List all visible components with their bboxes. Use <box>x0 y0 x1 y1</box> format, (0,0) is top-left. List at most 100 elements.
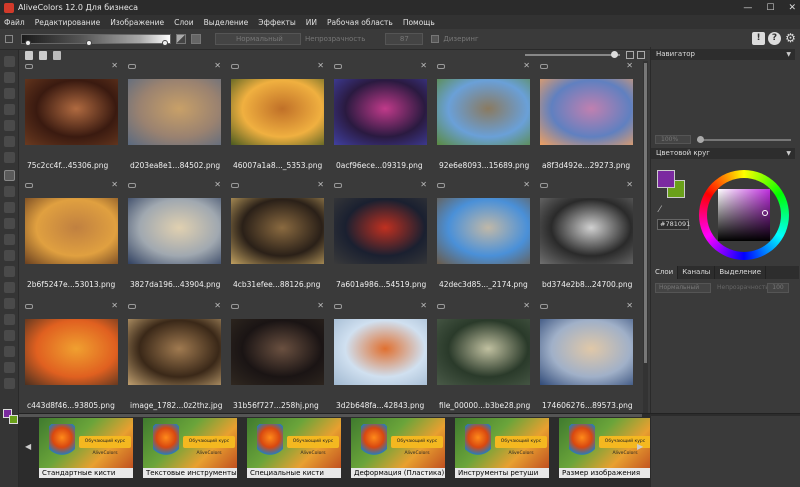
layers-opacity-input[interactable]: 100 <box>767 283 789 293</box>
thumbnail-image[interactable] <box>334 79 427 145</box>
tab-selection[interactable]: Выделение <box>715 266 767 279</box>
thumbnail-cell[interactable]: ✕ 7a601a986...54519.png <box>328 180 431 299</box>
thumbnail-cell[interactable]: ✕ 3827da196...43904.png <box>122 180 225 299</box>
shape-tool-icon[interactable] <box>4 298 15 309</box>
thumbnail-image[interactable] <box>437 319 530 385</box>
lasso-tool-icon[interactable] <box>4 104 15 115</box>
thumbnail-image[interactable] <box>334 319 427 385</box>
pointer-tool-icon[interactable] <box>4 72 15 83</box>
tag-icon[interactable] <box>334 64 342 69</box>
close-icon[interactable]: ✕ <box>214 61 221 70</box>
dodge-tool-icon[interactable] <box>4 234 15 245</box>
thumbnail-cell[interactable]: ✕ 92e6e8093...15689.png <box>431 61 534 180</box>
move-tool-icon[interactable] <box>4 56 15 67</box>
close-icon[interactable]: ✕ <box>317 61 324 70</box>
thumbnail-image[interactable] <box>231 319 324 385</box>
menu-edit[interactable]: Редактирование <box>35 18 100 27</box>
tutorial-card[interactable]: Обучающий курс AliveColors Текстовые инст… <box>141 418 239 478</box>
browser-scrollbar[interactable] <box>643 61 648 413</box>
smudge-tool-icon[interactable] <box>4 202 15 213</box>
scroll-right-icon[interactable]: ▶ <box>637 442 643 451</box>
close-icon[interactable]: ✕ <box>626 180 633 189</box>
close-icon[interactable]: ✕ <box>788 3 796 13</box>
warp-tool-icon[interactable] <box>4 346 15 357</box>
tutorial-card[interactable]: Обучающий курс AliveColors Стандартные ки… <box>37 418 135 478</box>
thumbnail-image[interactable] <box>231 198 324 264</box>
gradient-preview[interactable] <box>21 34 171 46</box>
gradient-type-icon[interactable] <box>176 34 186 44</box>
gradient-mode-icon[interactable] <box>191 34 201 44</box>
close-icon[interactable]: ✕ <box>317 180 324 189</box>
ruler-tool-icon[interactable] <box>4 330 15 341</box>
chevron-down-icon[interactable]: ▼ <box>786 148 791 159</box>
thumbnail-cell[interactable]: ✕ 31b56f727...258hj.png <box>225 301 328 420</box>
close-icon[interactable]: ✕ <box>626 301 633 310</box>
tab-channels[interactable]: Каналы <box>678 266 716 279</box>
hex-color-input[interactable]: #781091 <box>657 219 690 230</box>
close-icon[interactable]: ✕ <box>523 301 530 310</box>
thumbnail-image[interactable] <box>540 198 633 264</box>
eraser-tool-icon[interactable] <box>4 136 15 147</box>
close-icon[interactable]: ✕ <box>523 61 530 70</box>
thumbnail-cell[interactable]: ✕ c443d8f46...93805.png <box>19 301 122 420</box>
gradient-tool-icon[interactable] <box>4 170 15 181</box>
blur-tool-icon[interactable] <box>4 218 15 229</box>
close-icon[interactable]: ✕ <box>317 301 324 310</box>
list-view-icon[interactable] <box>637 51 645 59</box>
dither-checkbox[interactable] <box>431 35 440 43</box>
close-icon[interactable]: ✕ <box>111 61 118 70</box>
slider-knob[interactable] <box>697 136 704 143</box>
thumbnail-cell[interactable]: ✕ image_1782...0z2thz.jpg <box>122 301 225 420</box>
tag-icon[interactable] <box>128 64 136 69</box>
thumbnail-cell[interactable]: ✕ 174606276...89573.png <box>534 301 637 420</box>
thumbnail-image[interactable] <box>128 198 221 264</box>
thumbnail-image[interactable] <box>128 319 221 385</box>
alert-icon[interactable]: ! <box>752 32 765 45</box>
gradient-stop-left[interactable] <box>25 40 31 46</box>
tab-layers[interactable]: Слои <box>651 266 679 279</box>
chevron-down-icon[interactable]: ▼ <box>786 49 791 60</box>
slider-knob[interactable] <box>611 51 618 58</box>
tag-icon[interactable] <box>437 304 445 309</box>
tag-icon[interactable] <box>231 304 239 309</box>
layers-blend-dropdown[interactable]: Нормальный <box>655 283 711 293</box>
thumbnail-cell[interactable]: ✕ 46007a1a8..._5353.png <box>225 61 328 180</box>
close-icon[interactable]: ✕ <box>626 61 633 70</box>
close-icon[interactable]: ✕ <box>214 301 221 310</box>
thumbnail-image[interactable] <box>25 79 118 145</box>
crop-tool-icon[interactable] <box>4 88 15 99</box>
tag-icon[interactable] <box>128 304 136 309</box>
tag-icon[interactable] <box>540 64 548 69</box>
close-icon[interactable]: ✕ <box>111 301 118 310</box>
thumbnail-cell[interactable]: ✕ bd374e2b8...24700.png <box>534 180 637 299</box>
scroll-left-icon[interactable]: ◀ <box>25 442 31 451</box>
tag-icon[interactable] <box>334 183 342 188</box>
thumbnail-cell[interactable]: ✕ 4cb31efee...88126.png <box>225 180 328 299</box>
navigator-header[interactable]: Навигатор ▼ <box>651 49 795 60</box>
tag-icon[interactable] <box>231 64 239 69</box>
thumbnail-cell[interactable]: ✕ 0acf96ece...09319.png <box>328 61 431 180</box>
hand-tool-icon[interactable] <box>4 362 15 373</box>
thumbnail-image[interactable] <box>128 79 221 145</box>
minimize-icon[interactable]: — <box>743 3 752 13</box>
thumbnail-cell[interactable]: ✕ 42dec3d85..._2174.png <box>431 180 534 299</box>
new-document-icon[interactable] <box>25 51 33 60</box>
help-icon[interactable]: ? <box>768 32 781 45</box>
tag-icon[interactable] <box>437 64 445 69</box>
tag-icon[interactable] <box>437 183 445 188</box>
gradient-stop-right[interactable] <box>162 40 168 46</box>
thumbnail-image[interactable] <box>540 79 633 145</box>
thumbnail-image[interactable] <box>437 198 530 264</box>
menu-image[interactable]: Изображение <box>110 18 164 27</box>
scrollbar-thumb[interactable] <box>644 63 647 363</box>
color-wheel-header[interactable]: Цветовой круг ▼ <box>651 148 795 159</box>
background-color-swatch[interactable] <box>9 415 18 424</box>
thumbnail-image[interactable] <box>231 79 324 145</box>
close-icon[interactable]: ✕ <box>420 301 427 310</box>
opacity-input[interactable]: 87 <box>385 33 424 45</box>
menu-layers[interactable]: Слои <box>174 18 194 27</box>
tag-icon[interactable] <box>25 304 33 309</box>
zoom-tool-icon[interactable] <box>4 378 15 389</box>
thumbnail-cell[interactable]: ✕ file_00000...b3be28.png <box>431 301 534 420</box>
foreground-color-swatch[interactable] <box>657 170 675 188</box>
